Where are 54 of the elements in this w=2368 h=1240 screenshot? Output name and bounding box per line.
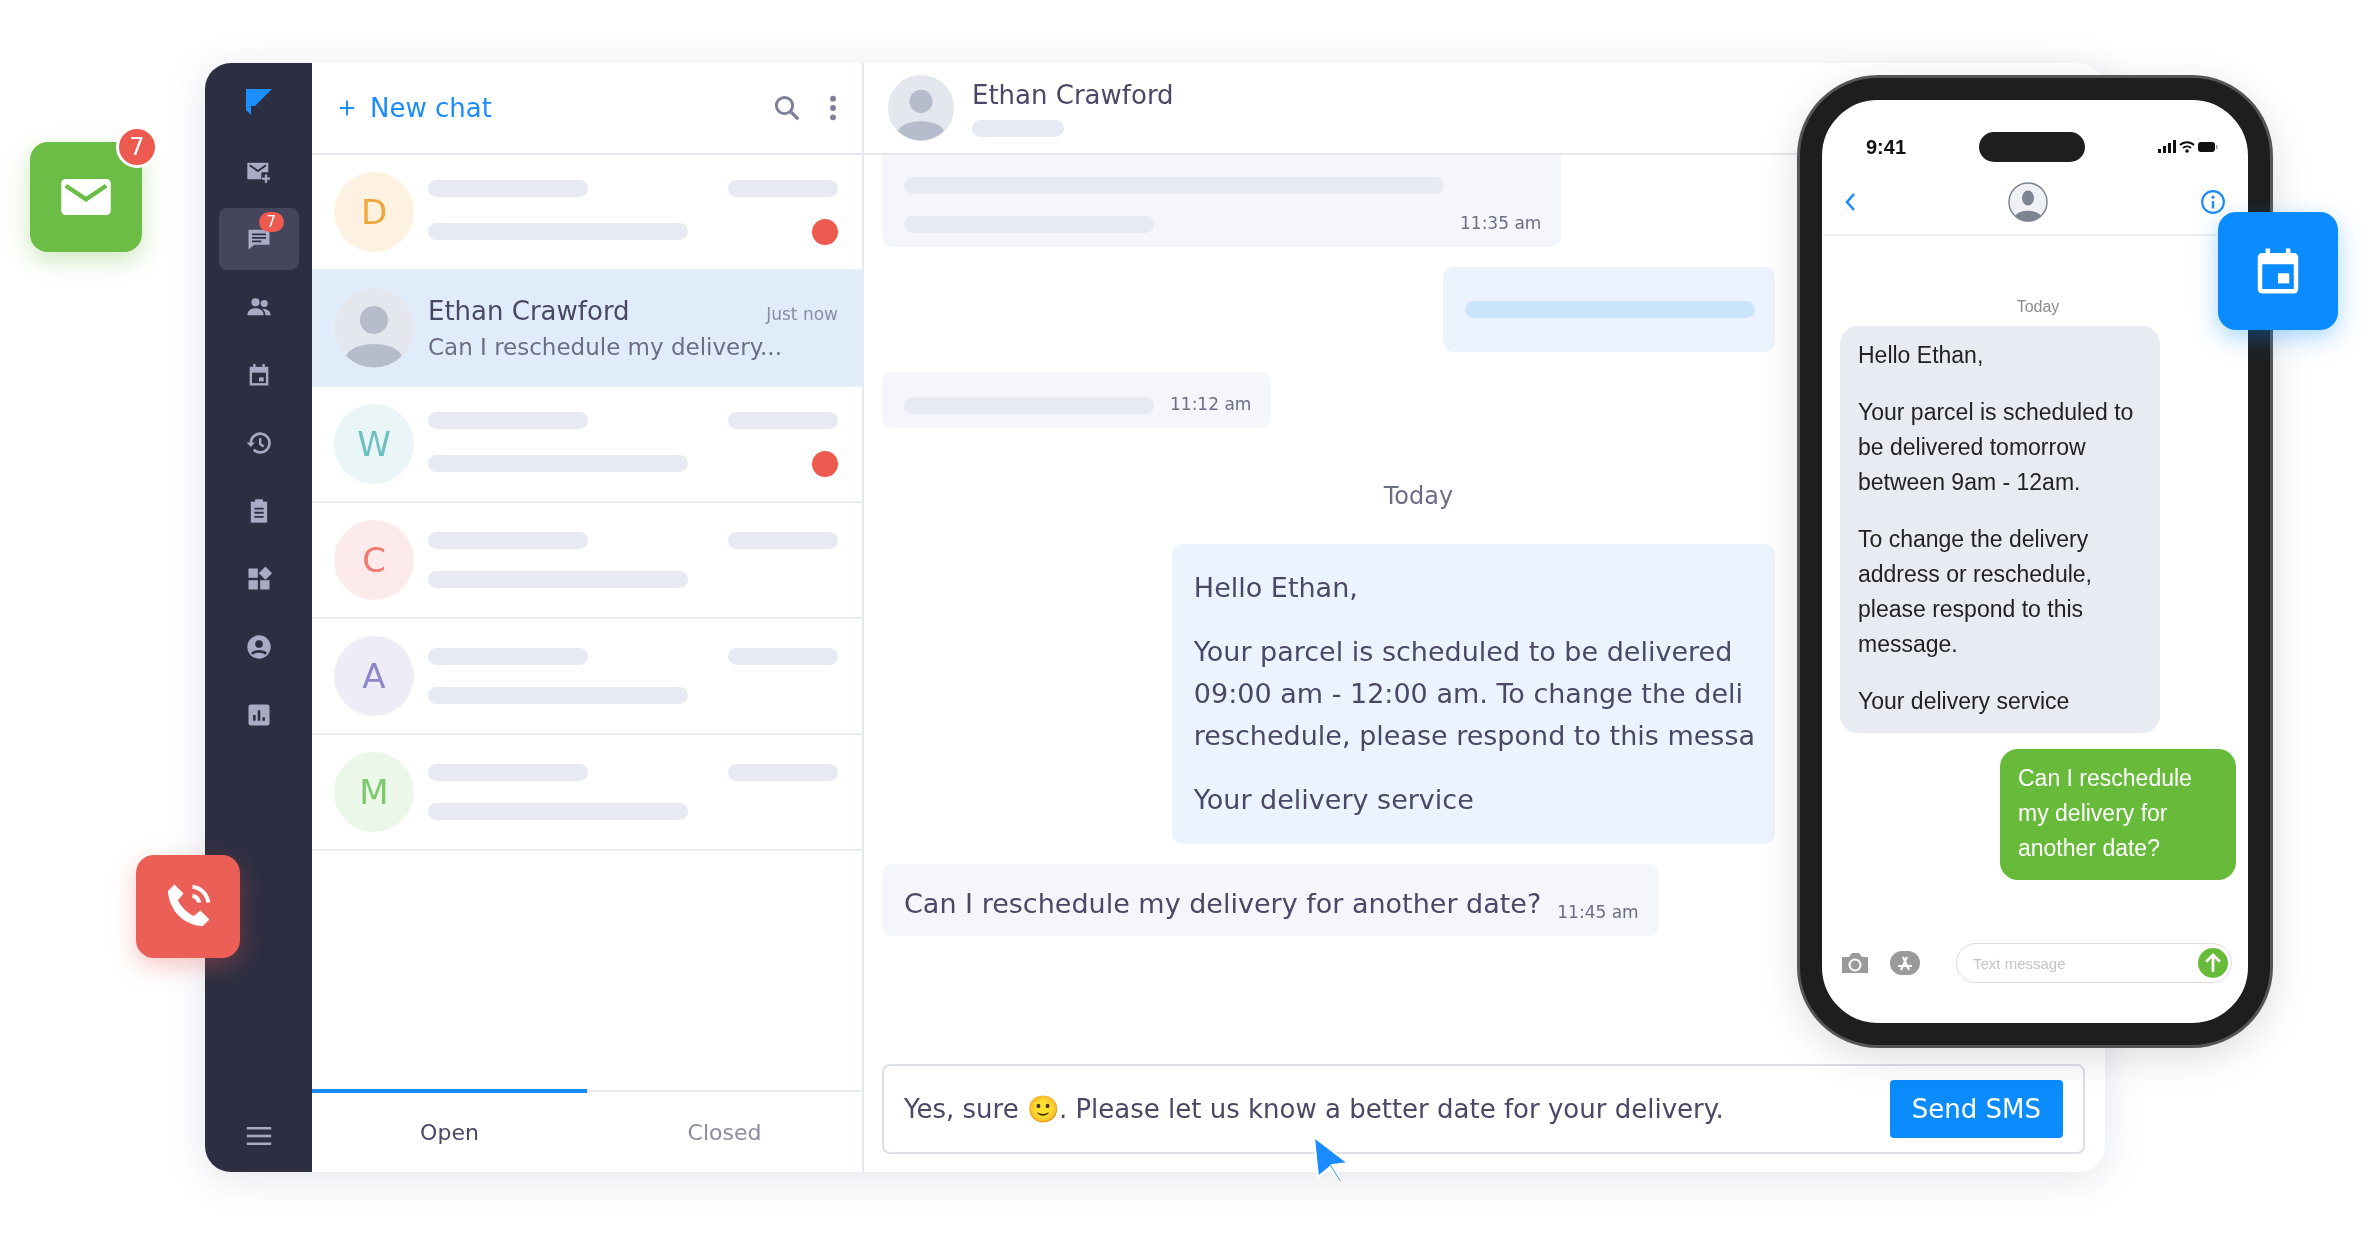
- more-options-icon[interactable]: [828, 94, 838, 122]
- date-divider: Today: [1383, 482, 1454, 510]
- back-icon[interactable]: [1844, 192, 1856, 212]
- message-field[interactable]: Yes, sure 🙂. Please let us know a better date for your delivery. Send SMS: [882, 1064, 2085, 1154]
- new-chat-button[interactable]: New chat: [338, 93, 746, 123]
- initial-avatar: C: [334, 520, 414, 600]
- message-text: Can I reschedule my delivery for another date?: [904, 887, 1542, 921]
- message-text: Your delivery service: [1858, 687, 2071, 716]
- message-text: Your parcel is scheduled to be delivered tomorrow between 9am - 12am.: [1858, 398, 2135, 497]
- conversation-item[interactable]: A: [312, 619, 862, 735]
- message-text: reschedule, please respond to this messa: [1193, 719, 1755, 753]
- search-icon[interactable]: [772, 93, 802, 123]
- initial-avatar: M: [334, 752, 414, 832]
- message-time: 11:35 am: [1460, 213, 1542, 233]
- sidebar-item[interactable]: 7: [218, 208, 299, 270]
- notification-badge: 7: [116, 126, 158, 168]
- message-time: 11:12 am: [1170, 394, 1252, 414]
- message-text: Your parcel is scheduled to be delivered: [1193, 635, 1734, 669]
- account-icon: [244, 633, 273, 661]
- message-text: 09:00 am - 12:00 am. To change the deli: [1193, 677, 1744, 711]
- date-label: Today: [2016, 298, 2060, 316]
- history-icon: [244, 429, 273, 457]
- camera-icon[interactable]: [1840, 951, 1870, 975]
- message-time: 11:45 am: [1557, 902, 1639, 922]
- contact-name: Ethan Crawford: [972, 79, 1174, 110]
- message-text: Hello Ethan,: [1858, 341, 1985, 370]
- conversation-item[interactable]: D: [312, 155, 862, 271]
- conversation-item[interactable]: W: [312, 387, 862, 503]
- initial-avatar: W: [334, 404, 414, 484]
- conversation-item[interactable]: C: [312, 503, 862, 619]
- message-preview: Can I reschedule my delivery...: [428, 334, 783, 360]
- send-sms-button[interactable]: Send SMS: [1889, 1080, 2063, 1138]
- menu-icon[interactable]: [244, 1126, 273, 1146]
- initial-avatar: D: [334, 172, 414, 252]
- tab[interactable]: Open: [312, 1089, 587, 1172]
- unread-count-badge: 7: [258, 212, 285, 232]
- info-icon[interactable]: [2200, 189, 2226, 215]
- message-time: Just now: [766, 304, 838, 324]
- avatar-placeholder: [888, 75, 954, 141]
- message-text: Hello Ethan,: [1193, 571, 1359, 605]
- message-text: To change the delivery address or reschedule, please respond to this message.: [1858, 525, 2093, 659]
- status-time: 9:41: [1866, 135, 1907, 159]
- conversation-item[interactable]: M: [312, 735, 862, 851]
- conversation-item[interactable]: Ethan Crawford Just now Can I reschedule my delivery...: [312, 271, 862, 387]
- contact-name: Ethan Crawford: [428, 296, 630, 326]
- message-text: Can I reschedule my delivery for another date?: [2018, 764, 2193, 863]
- app-store-icon[interactable]: [1890, 951, 1920, 975]
- person-silhouette-icon: [2008, 182, 2048, 222]
- plus-icon: [338, 99, 356, 117]
- status-icons: [2158, 140, 2218, 154]
- tab[interactable]: Closed: [587, 1089, 862, 1172]
- message-text: Your delivery service: [1193, 783, 1475, 817]
- initial-avatar: A: [334, 636, 414, 716]
- logo-icon: [243, 87, 274, 117]
